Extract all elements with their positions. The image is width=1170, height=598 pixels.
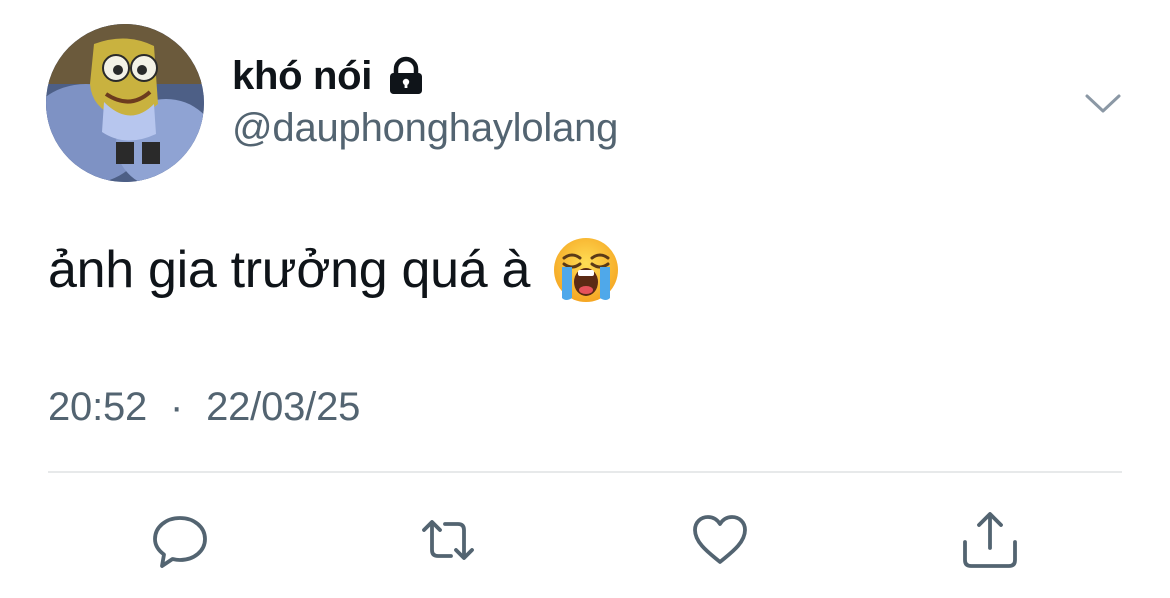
timestamp[interactable]: 20:52 · 22/03/25 <box>48 385 360 430</box>
tweet-time: 20:52 <box>48 385 148 429</box>
tweet-text-content: ảnh gia trưởng quá à <box>48 241 531 299</box>
timestamp-separator: · <box>170 385 184 429</box>
retweet-button[interactable] <box>418 510 478 570</box>
chevron-down-icon[interactable] <box>1082 84 1124 122</box>
divider <box>48 471 1122 473</box>
share-icon <box>960 510 1020 570</box>
reply-button[interactable] <box>150 510 210 570</box>
heart-icon <box>690 510 750 570</box>
tweet-text: ảnh gia trưởng quá à <box>48 236 620 304</box>
tweet: khó nói @dauphonghaylolang ảnh gia trưởn… <box>0 0 1170 598</box>
reply-icon <box>150 510 210 570</box>
share-button[interactable] <box>960 510 1020 570</box>
like-button[interactable] <box>690 510 750 570</box>
user-handle[interactable]: @dauphonghaylolang <box>232 106 618 151</box>
tweet-date: 22/03/25 <box>206 385 361 429</box>
avatar[interactable] <box>46 24 204 182</box>
loudly-crying-face-icon <box>552 236 620 304</box>
display-name[interactable]: khó nói <box>232 54 372 99</box>
lock-icon <box>386 56 426 96</box>
retweet-icon <box>418 510 478 570</box>
display-name-row: khó nói <box>232 50 426 102</box>
